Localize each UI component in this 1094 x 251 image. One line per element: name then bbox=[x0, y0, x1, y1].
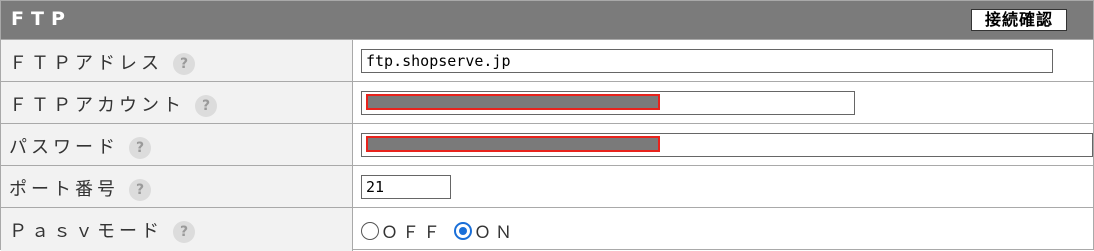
value-cell: ＯＦＦ ＯＮ bbox=[353, 208, 1093, 251]
help-icon[interactable]: ? bbox=[129, 179, 151, 201]
ftp-account-label: ＦＴＰアカウント bbox=[9, 95, 185, 116]
ftp-address-input[interactable]: ftp.shopserve.jp bbox=[361, 49, 1053, 73]
ftp-address-label: ＦＴＰアドレス bbox=[9, 53, 163, 74]
section-title: FTP bbox=[11, 8, 72, 30]
label-cell: ＦＴＰアドレス? bbox=[1, 40, 353, 81]
label-cell: パスワード? bbox=[1, 124, 353, 165]
help-icon[interactable]: ? bbox=[173, 221, 195, 243]
ftp-address-row: ＦＴＰアドレス? ftp.shopserve.jp bbox=[1, 39, 1093, 81]
pasv-off-radio[interactable] bbox=[361, 221, 379, 240]
pasv-on-label[interactable]: ＯＮ bbox=[474, 218, 516, 243]
port-label: ポート番号 bbox=[9, 179, 119, 200]
label-cell: ＦＴＰアカウント? bbox=[1, 82, 353, 123]
label-cell: Ｐａｓｖモード? bbox=[1, 208, 353, 251]
redacted-value bbox=[366, 94, 660, 110]
value-cell: ftp.shopserve.jp bbox=[353, 40, 1093, 81]
password-label: パスワード bbox=[9, 137, 119, 158]
pasv-on-radio[interactable] bbox=[454, 221, 472, 240]
pasv-mode-row: Ｐａｓｖモード? ＯＦＦ ＯＮ bbox=[1, 207, 1093, 251]
port-row: ポート番号? 21 bbox=[1, 165, 1093, 207]
pasv-off-label[interactable]: ＯＦＦ bbox=[381, 218, 444, 243]
password-input[interactable] bbox=[361, 133, 1093, 157]
section-header: FTP 接続確認 bbox=[1, 1, 1093, 39]
label-cell: ポート番号? bbox=[1, 166, 353, 207]
ftp-account-row: ＦＴＰアカウント? bbox=[1, 81, 1093, 123]
ftp-account-input[interactable] bbox=[361, 91, 855, 115]
redacted-value bbox=[366, 136, 660, 152]
pasv-mode-label: Ｐａｓｖモード bbox=[9, 221, 163, 242]
value-cell bbox=[353, 82, 1093, 123]
value-cell: 21 bbox=[353, 166, 1093, 207]
pasv-mode-radio-group: ＯＦＦ ＯＮ bbox=[361, 218, 526, 243]
help-icon[interactable]: ? bbox=[195, 95, 217, 117]
connection-check-button[interactable]: 接続確認 bbox=[971, 9, 1067, 31]
help-icon[interactable]: ? bbox=[129, 137, 151, 159]
value-cell bbox=[353, 124, 1093, 165]
help-icon[interactable]: ? bbox=[173, 53, 195, 75]
ftp-settings-panel: FTP 接続確認 ＦＴＰアドレス? ftp.shopserve.jp ＦＴＰアカ… bbox=[0, 0, 1094, 251]
port-input[interactable]: 21 bbox=[361, 175, 451, 199]
password-row: パスワード? bbox=[1, 123, 1093, 165]
